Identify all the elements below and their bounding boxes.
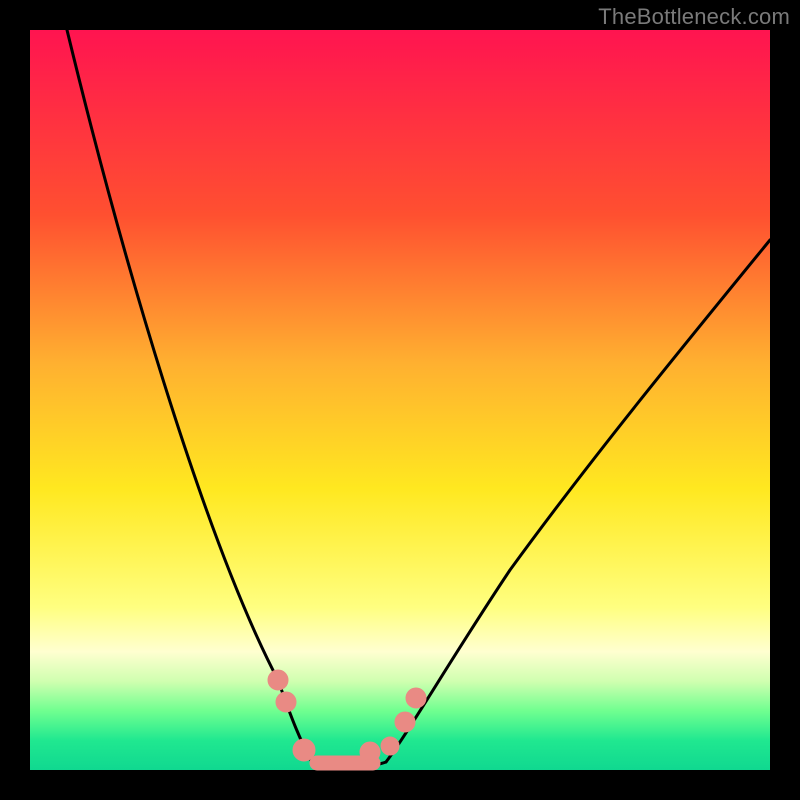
curve-left [67, 30, 312, 762]
watermark-label: TheBottleneck.com [598, 4, 790, 30]
chart-frame: TheBottleneck.com [0, 0, 800, 800]
curve-right [386, 240, 770, 762]
chart-curves [30, 30, 770, 770]
